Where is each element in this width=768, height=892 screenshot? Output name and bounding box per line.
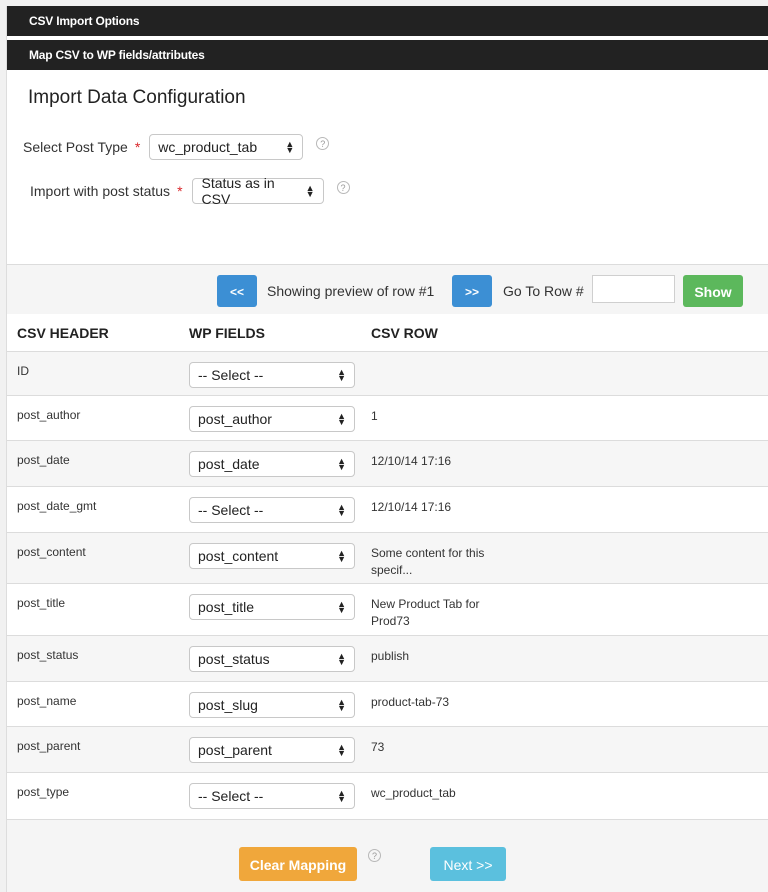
csv-header-column: CSV HEADER <box>7 314 189 352</box>
post-type-value: wc_product_tab <box>158 139 258 155</box>
clear-mapping-button[interactable]: Clear Mapping <box>239 847 357 881</box>
wp-field-value: -- Select -- <box>198 502 264 518</box>
go-to-row-label: Go To Row # <box>503 283 584 299</box>
help-icon[interactable]: ? <box>336 180 350 194</box>
select-arrows-icon: ▲ ▼ <box>337 456 346 472</box>
wp-field-select[interactable]: -- Select -- ▲ ▼ <box>189 497 355 523</box>
wp-field-select[interactable]: post_parent ▲ ▼ <box>189 737 355 763</box>
wp-field-select[interactable]: post_status ▲ ▼ <box>189 646 355 672</box>
select-arrows-icon: ▲ ▼ <box>337 548 346 564</box>
select-arrows-icon: ▲ ▼ <box>337 502 346 518</box>
csv-row-cell: 1 <box>371 409 378 423</box>
wp-field-value: post_slug <box>198 697 258 713</box>
required-mark: * <box>134 139 141 155</box>
table-row: post_title post_title ▲ ▼ New Product Tab … <box>7 583 768 636</box>
select-arrows-icon: ▲ ▼ <box>337 788 346 804</box>
import-page: CSV Import Options Map CSV to WP fields/… <box>6 6 768 892</box>
csv-header-cell: post_parent <box>17 739 81 753</box>
select-arrows-icon: ▲ ▼ <box>337 367 346 383</box>
csv-header-cell: post_date <box>17 453 70 467</box>
csv-header-cell: post_author <box>17 408 81 422</box>
table-row: post_type -- Select -- ▲ ▼ wc_product_tab <box>7 772 768 820</box>
table-row: post_author post_author ▲ ▼ 1 <box>7 395 768 441</box>
wp-field-select[interactable]: post_date ▲ ▼ <box>189 451 355 477</box>
post-type-row: Select Post Type * wc_product_tab ▲ ▼ ? <box>7 133 768 161</box>
next-step-button[interactable]: Next >> <box>430 847 506 881</box>
table-row: post_content post_content ▲ ▼ Some content… <box>7 532 768 584</box>
csv-header-cell: post_type <box>17 785 70 799</box>
map-fields-bar[interactable]: Map CSV to WP fields/attributes <box>7 40 768 70</box>
csv-row-column: CSV ROW <box>371 314 768 352</box>
csv-row-cell <box>371 352 521 364</box>
table-row: post_date post_date ▲ ▼ 12/10/14 17:16 <box>7 440 768 487</box>
map-fields-label: Map CSV to WP fields/attributes <box>29 48 205 62</box>
table-row: post_date_gmt -- Select -- ▲ ▼ 12/10/14 17… <box>7 486 768 533</box>
wp-field-select[interactable]: -- Select -- ▲ ▼ <box>189 783 355 809</box>
csv-row-cell: 73 <box>371 740 385 754</box>
csv-header-cell: ID <box>17 364 29 378</box>
csv-row-cell: 12/10/14 17:16 <box>371 454 452 468</box>
preview-area: << Showing preview of row #1 >> Go To Ro… <box>7 264 768 892</box>
table-header-row: CSV HEADER WP FIELDS CSV ROW <box>7 314 768 352</box>
wp-field-select[interactable]: post_content ▲ ▼ <box>189 543 355 569</box>
help-icon[interactable]: ? <box>316 136 330 150</box>
wp-field-select[interactable]: post_title ▲ ▼ <box>189 594 355 620</box>
wp-field-value: -- Select -- <box>198 788 264 804</box>
wp-field-select[interactable]: -- Select -- ▲ ▼ <box>189 362 355 388</box>
prev-row-button[interactable]: << <box>217 275 257 307</box>
csv-header-cell: post_title <box>17 596 66 610</box>
select-arrows-icon: ▲ ▼ <box>337 697 346 713</box>
show-row-button[interactable]: Show <box>683 275 743 307</box>
go-to-row-input[interactable] <box>592 275 675 303</box>
table-row: ID -- Select -- ▲ ▼ <box>7 351 768 396</box>
wp-field-select[interactable]: post_author ▲ ▼ <box>189 406 355 432</box>
csv-row-cell: 12/10/14 17:16 <box>371 500 452 514</box>
wp-field-value: post_author <box>198 411 272 427</box>
wp-field-value: post_content <box>198 548 279 564</box>
csv-header-cell: post_name <box>17 694 77 708</box>
wp-field-value: post_status <box>198 651 270 667</box>
row-preview-status: Showing preview of row #1 <box>267 283 435 299</box>
csv-header-cell: post_date_gmt <box>17 499 97 513</box>
help-icon[interactable]: ? <box>368 849 381 862</box>
select-arrows-icon: ▲ ▼ <box>337 742 346 758</box>
csv-row-cell: Some content for this specif... <box>371 546 485 577</box>
post-status-label: Import with post status <box>30 183 171 199</box>
post-type-label: Select Post Type <box>23 139 128 155</box>
post-status-select[interactable]: Status as in CSV ▲ ▼ <box>191 175 324 207</box>
wp-field-value: post_date <box>198 456 260 472</box>
config-title: Import Data Configuration <box>28 87 246 108</box>
post-status-value: Status as in CSV <box>201 175 275 207</box>
required-mark: * <box>177 183 183 199</box>
csv-row-cell: New Product Tab for Prod73 <box>371 597 480 628</box>
select-arrows-icon: ▲ ▼ <box>305 183 315 199</box>
table-row: post_parent post_parent ▲ ▼ 73 <box>7 726 768 773</box>
footer-actions: Clear Mapping ? Next >> <box>7 847 768 881</box>
table-row: post_status post_status ▲ ▼ publish <box>7 635 768 682</box>
wp-field-value: post_parent <box>198 742 272 758</box>
csv-row-cell: publish <box>371 649 410 663</box>
csv-header-cell: post_status <box>17 648 79 662</box>
row-navigation: << Showing preview of row #1 >> Go To Ro… <box>7 275 768 307</box>
select-arrows-icon: ▲ ▼ <box>337 411 346 427</box>
select-arrows-icon: ▲ ▼ <box>285 139 295 155</box>
select-arrows-icon: ▲ ▼ <box>337 599 346 615</box>
post-type-select[interactable]: wc_product_tab ▲ ▼ <box>149 134 304 160</box>
csv-header-cell: post_content <box>17 545 86 559</box>
field-mapping-table: CSV HEADER WP FIELDS CSV ROW ID -- Selec… <box>7 314 768 820</box>
wp-field-value: -- Select -- <box>198 367 264 383</box>
post-status-row: Import with post status * Status as in C… <box>7 175 768 207</box>
csv-row-cell: wc_product_tab <box>371 786 456 800</box>
csv-import-options-bar[interactable]: CSV Import Options <box>7 6 768 36</box>
select-arrows-icon: ▲ ▼ <box>337 651 346 667</box>
table-row: post_name post_slug ▲ ▼ product-tab-73 <box>7 681 768 727</box>
next-row-button[interactable]: >> <box>452 275 492 307</box>
wp-field-value: post_title <box>198 599 255 615</box>
csv-row-cell: product-tab-73 <box>371 695 450 709</box>
csv-import-options-label: CSV Import Options <box>29 14 140 28</box>
wp-fields-column: WP FIELDS <box>189 314 371 352</box>
wp-field-select[interactable]: post_slug ▲ ▼ <box>189 692 355 718</box>
